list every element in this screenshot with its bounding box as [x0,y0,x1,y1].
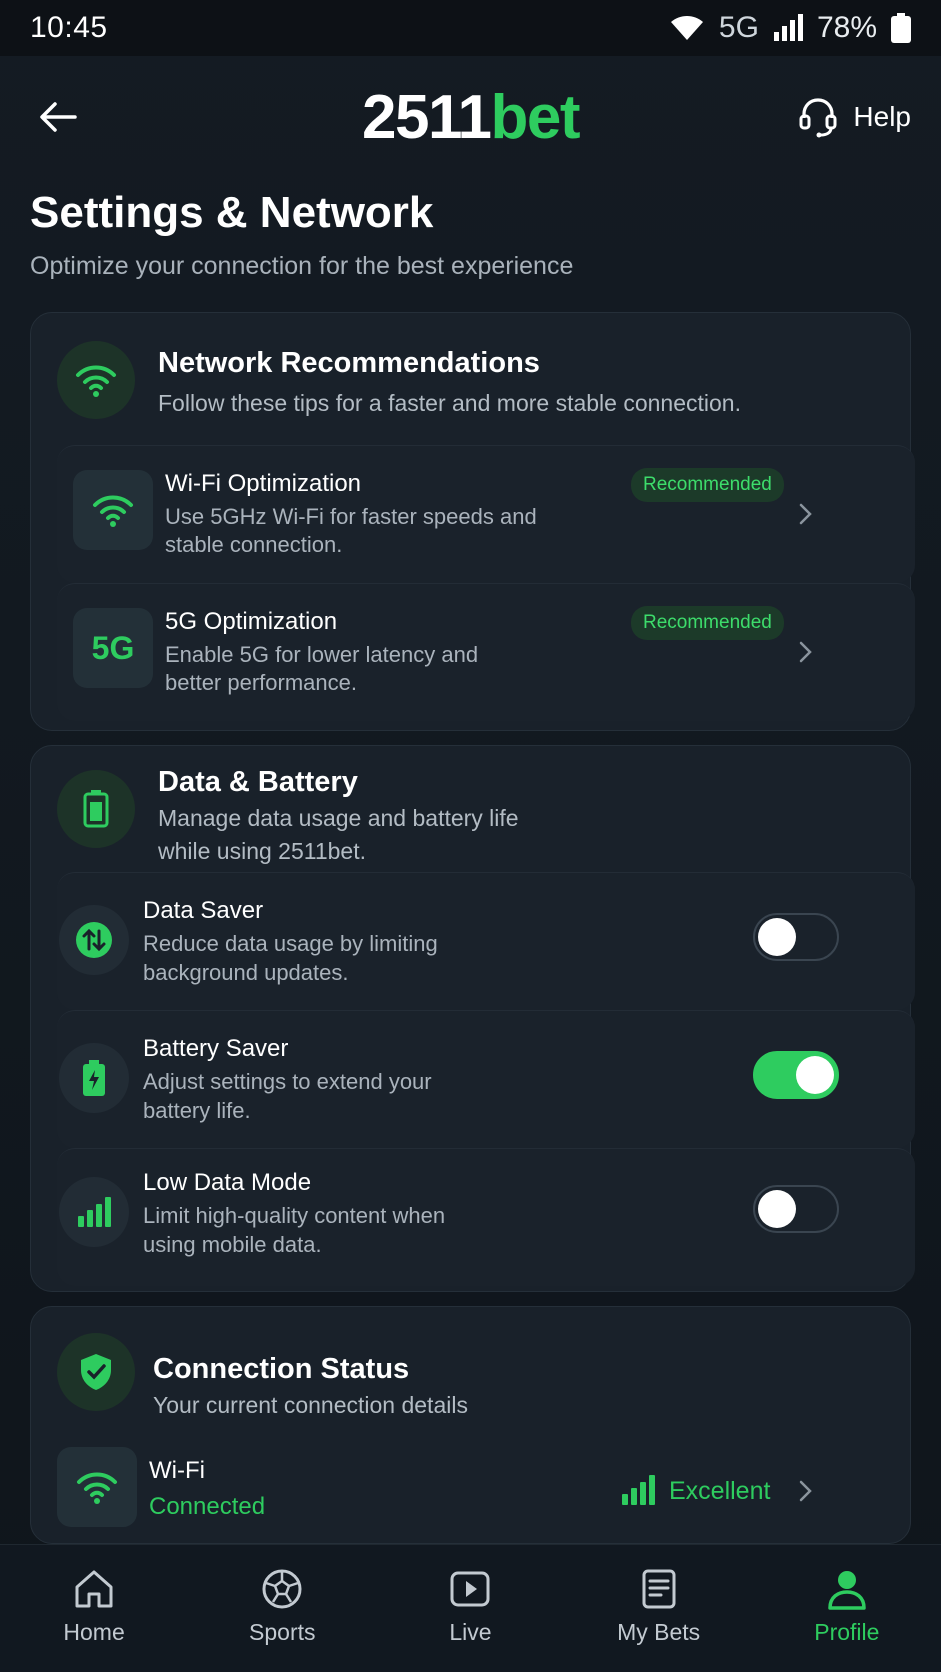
bottom-navigation: Home Sports Live My Bets Profile [0,1544,941,1672]
card-title: Connection Status [153,1353,410,1385]
nav-home[interactable]: Home [14,1545,174,1672]
help-label: Help [853,101,911,132]
bet-slip-icon [642,1569,676,1609]
item-title: Low Data Mode [143,1169,312,1196]
data-transfer-icon [59,905,129,975]
wifi-status-icon [669,14,705,42]
network-recommendations-card: Network Recommendations Follow these tip… [30,312,915,731]
shield-check-icon [57,1333,135,1411]
headset-icon [799,98,837,138]
back-button[interactable] [34,93,82,141]
nav-my-bets[interactable]: My Bets [579,1545,739,1672]
item-title: Wi-Fi Optimization [165,470,362,497]
connection-type: Wi-Fi [149,1457,205,1484]
recommended-badge: Recommended [631,468,784,502]
card-description-line1: Manage data usage and battery life [158,805,519,831]
play-screen-icon [450,1571,490,1607]
recommended-badge: Recommended [631,606,784,640]
connection-state: Connected [149,1493,266,1520]
item-description-line1: Adjust settings to extend your [143,1069,432,1094]
app-header: 2511bet Help [0,72,941,162]
battery-charging-icon [59,1043,129,1113]
data-saver-toggle[interactable] [753,913,839,961]
nav-label: Profile [814,1619,880,1645]
card-title: Network Recommendations [158,347,540,379]
item-description-line1: Reduce data usage by limiting [143,931,438,956]
help-button[interactable]: Help [797,96,911,138]
nav-label: My Bets [617,1619,701,1645]
signal-bars-icon [59,1177,129,1247]
item-description-line2: using mobile data. [143,1232,322,1257]
wifi-icon [57,341,135,419]
chevron-right-icon [799,1480,812,1502]
home-icon [75,1570,113,1608]
low-data-mode-item: Low Data Mode Limit high-quality content… [57,1148,915,1286]
wifi-connection-item[interactable]: Wi-Fi Connected Excellent [31,1431,912,1531]
nav-live[interactable]: Live [390,1545,550,1672]
item-description-line1: Enable 5G for lower latency and [165,642,479,667]
connection-status-card: Connection Status Your current connectio… [30,1306,911,1544]
item-title: Battery Saver [143,1035,289,1062]
brand-logo: 2511bet [361,82,581,152]
battery-saver-toggle[interactable] [753,1051,839,1099]
battery-saver-item: Battery Saver Adjust settings to extend … [57,1010,915,1148]
battery-icon [57,770,135,848]
item-description-line2: better performance. [165,670,357,695]
status-indicators: 5G 78% [669,11,911,45]
wifi-icon [57,1447,137,1527]
soccer-ball-icon [262,1569,302,1609]
page-subtitle: Optimize your connection for the best ex… [30,252,574,280]
item-description-line1: Use 5GHz Wi-Fi for faster speeds and [165,504,537,529]
nav-label: Sports [249,1619,316,1645]
nav-profile[interactable]: Profile [767,1545,927,1672]
battery-icon [891,13,911,43]
card-description: Your current connection details [153,1392,468,1418]
signal-bars-icon [621,1475,655,1510]
battery-percentage: 78% [816,11,877,44]
chevron-right-icon [799,641,812,663]
card-description-line2: while using 2511bet. [158,838,366,864]
item-description-line2: battery life. [143,1098,251,1123]
connection-quality: Excellent [669,1477,771,1505]
status-bar: 10:45 5G 78% [0,0,941,56]
wifi-icon [73,470,153,550]
nav-label: Home [63,1619,125,1645]
item-description-line2: background updates. [143,960,349,985]
chevron-right-icon [799,503,812,525]
nav-sports[interactable]: Sports [202,1545,362,1672]
status-time: 10:45 [30,11,108,44]
5g-optimization-item[interactable]: 5G 5G Optimization Enable 5G for lower l… [57,583,915,721]
card-title: Data & Battery [158,766,358,798]
arrow-left-icon [40,102,77,132]
item-description-line2: stable connection. [165,532,343,557]
data-battery-card: Data & Battery Manage data usage and bat… [30,745,915,1292]
5g-icon: 5G [73,608,153,688]
settings-network-screen: 10:45 5G 78% 2511bet Help Settings & Net… [0,0,941,1672]
item-description-line1: Limit high-quality content when [143,1203,446,1228]
nav-label: Live [449,1619,492,1645]
low-data-mode-toggle[interactable] [753,1185,839,1233]
item-title: Data Saver [143,897,264,924]
card-description: Follow these tips for a faster and more … [158,390,741,416]
wifi-optimization-item[interactable]: Wi-Fi Optimization Use 5GHz Wi-Fi for fa… [57,445,915,583]
network-type: 5G [718,11,759,44]
signal-strength-icon [773,14,803,42]
data-saver-item: Data Saver Reduce data usage by limiting… [57,872,915,1010]
page-title: Settings & Network [30,188,434,237]
item-title: 5G Optimization [165,608,338,635]
user-icon [828,1571,866,1610]
